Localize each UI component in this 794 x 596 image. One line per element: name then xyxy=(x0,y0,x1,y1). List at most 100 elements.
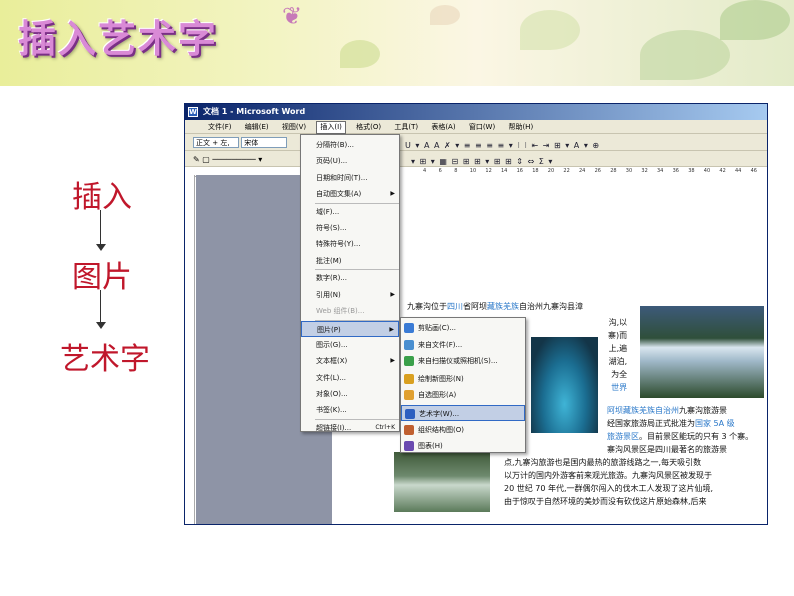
insert-menu-item[interactable]: 图片(P) ▶ xyxy=(301,320,399,337)
slide-title: 插入艺术字 xyxy=(18,17,219,61)
menu-item-label: 日期和时间(T)... xyxy=(316,173,368,182)
menu-tools[interactable]: 工具(T) xyxy=(391,120,421,134)
submenu-arrow-icon: ▶ xyxy=(390,357,395,365)
font-select[interactable]: 宋体 xyxy=(241,136,288,148)
insert-menu-item[interactable]: 自动图文集(A) ▶ xyxy=(301,186,399,202)
word-app-icon: W xyxy=(188,107,198,117)
vertical-ruler xyxy=(185,175,195,524)
doc-text: 点,九寨沟旅游也是国内最热的旅游线路之一,每天吸引数 xyxy=(504,458,702,467)
title-bar: W 文档 1 - Microsoft Word xyxy=(185,104,767,120)
doc-text: 九寨沟旅游景 xyxy=(679,406,727,415)
menu-item-label: 符号(S)... xyxy=(316,224,347,232)
picture-submenu-item[interactable]: 自选图形(A) xyxy=(401,387,525,403)
doc-line-b: 经国家旅游局正式批准为国家 5A 级 xyxy=(607,417,735,430)
picture-submenu-item[interactable]: 组织结构图(O) xyxy=(401,422,525,438)
leaf-decoration xyxy=(640,30,730,80)
flow-arrow-icon xyxy=(96,322,106,329)
doc-text: 沟,以 xyxy=(608,318,628,327)
submenu-item-icon xyxy=(404,339,414,350)
doc-link[interactable]: 四川 xyxy=(447,302,463,311)
doc-right-column: 沟,以 寨)而 上,遍 湖泊, 为全 世界 xyxy=(608,316,627,394)
leaf-decoration xyxy=(720,0,790,40)
insert-menu-item[interactable]: 批注(M) xyxy=(301,253,399,269)
doc-paragraph: 点,九寨沟旅游也是国内最热的旅游线路之一,每天吸引数 以万计的国内外游客前来观光… xyxy=(504,456,713,508)
ruler-tick: 30 xyxy=(625,168,633,174)
slide-header-band: ❦ 插入艺术字 xyxy=(0,0,794,86)
doc-link[interactable]: 国家 5A 级 xyxy=(695,419,735,428)
ruler-tick: 42 xyxy=(719,168,726,174)
flow-connector xyxy=(100,210,101,246)
picture-submenu-item[interactable]: 来自文件(F)... xyxy=(401,337,525,353)
ruler-tick: 28 xyxy=(610,168,617,174)
menu-view[interactable]: 视图(V) xyxy=(279,120,309,134)
menu-item-label: 特殊符号(Y)... xyxy=(316,240,361,249)
doc-line-link: 阿坝藏族羌族自治州九寨沟旅游景 xyxy=(607,404,727,417)
flow-connector xyxy=(100,290,101,324)
menu-bar: 文件(F) 编辑(E) 视图(V) 插入(I) 格式(O) 工具(T) 表格(A… xyxy=(185,120,767,134)
small-waterfall-picture[interactable] xyxy=(394,452,490,512)
insert-menu-item[interactable]: 页码(U)... xyxy=(301,153,399,169)
drawing-buttons[interactable]: ✎ ▢ ───────── ▾ xyxy=(193,155,262,164)
flow-step-wordart: 艺术字 xyxy=(60,342,150,377)
doc-text: 以万计的国内外游客前来观光旅游。九寨沟风景区被发现于 xyxy=(504,471,712,480)
insert-menu-item[interactable]: 符号(S)... xyxy=(301,220,399,236)
insert-menu-item[interactable]: 域(F)... xyxy=(301,204,399,220)
ruler-tick: 34 xyxy=(657,168,664,174)
picture-submenu-item[interactable]: 艺术字(W)... xyxy=(401,405,525,421)
submenu-item-icon xyxy=(404,424,414,435)
insert-menu-item[interactable]: 图示(G)... xyxy=(301,337,399,353)
insert-menu-item[interactable]: 对象(O)... xyxy=(301,386,399,402)
ruler-tick: 8 xyxy=(454,168,458,174)
doc-link[interactable]: 世界 xyxy=(608,381,627,394)
ruler-tick: 46 xyxy=(750,168,757,174)
insert-menu-item[interactable]: 书签(K)... xyxy=(301,402,399,418)
picture-submenu-item[interactable]: 剪贴画(C)... xyxy=(401,320,525,336)
doc-text: 寨)而 xyxy=(608,331,628,340)
menu-edit[interactable]: 编辑(E) xyxy=(242,120,272,134)
insert-menu-item[interactable]: 分隔符(B)... xyxy=(301,137,399,153)
menu-table[interactable]: 表格(A) xyxy=(428,120,458,134)
ruler-tick: 32 xyxy=(641,168,648,174)
menu-help[interactable]: 帮助(H) xyxy=(505,120,536,134)
insert-menu-item[interactable]: 文件(L)... xyxy=(301,370,399,386)
doc-text: 自治州九寨沟县漳 xyxy=(519,302,583,311)
doc-text: 经国家旅游局正式批准为 xyxy=(607,419,695,428)
insert-menu-item[interactable]: Web 组件(B)... xyxy=(301,303,399,319)
menu-file[interactable]: 文件(F) xyxy=(205,120,235,134)
menu-window[interactable]: 窗口(W) xyxy=(466,120,498,134)
insert-menu: 分隔符(B)... 页码(U)... 日期和时间(T)... 自动图文集(A) ▶ 域(F… xyxy=(300,134,400,432)
doc-line-1: 九寨沟位于四川省阿坝藏族羌族自治州九寨沟县漳 xyxy=(407,300,583,313)
menu-format[interactable]: 格式(O) xyxy=(353,120,384,134)
leaf-decoration xyxy=(430,5,460,25)
submenu-arrow-icon: ▶ xyxy=(390,189,395,197)
waterfall-picture[interactable] xyxy=(640,306,764,398)
doc-link[interactable]: 藏族羌族 xyxy=(487,302,519,311)
doc-link[interactable]: 阿坝藏族羌族自治州 xyxy=(607,406,679,415)
menu-item-label: 批注(M) xyxy=(316,256,342,265)
menu-item-label: 引用(N) xyxy=(316,290,341,299)
insert-menu-item[interactable]: 日期和时间(T)... xyxy=(301,170,399,186)
doc-text: 由于惊叹于自然环境的美妙而没有砍伐这片原始森林,后来 xyxy=(504,497,707,506)
submenu-item-icon xyxy=(404,356,414,367)
picture-submenu-item[interactable]: 图表(H) xyxy=(401,438,525,454)
menu-item-label: 域(F)... xyxy=(316,207,340,216)
insert-menu-item[interactable]: 数字(R)... xyxy=(301,270,399,286)
picture-submenu-item[interactable]: 来自扫描仪或照相机(S)... xyxy=(401,353,525,369)
insert-menu-item[interactable]: 文本框(X) ▶ xyxy=(301,353,399,369)
insert-menu-item[interactable]: 特殊符号(Y)... xyxy=(301,236,399,252)
insert-menu-item[interactable]: 超链接(I)... Ctrl+K xyxy=(301,420,399,436)
menu-insert[interactable]: 插入(I) xyxy=(316,121,346,134)
style-select[interactable]: 正文 + 左, xyxy=(193,136,239,148)
menu-item-label: 来自文件(F)... xyxy=(418,340,463,349)
ruler-tick: 38 xyxy=(688,168,695,174)
submenu-arrow-icon: ▶ xyxy=(390,290,395,298)
butterfly-icon: ❦ xyxy=(282,2,303,30)
picture-submenu-item[interactable]: 绘制新图形(N) xyxy=(401,371,525,387)
leaf-decoration xyxy=(520,10,580,50)
lake-picture[interactable] xyxy=(531,337,598,433)
flow-arrow-icon xyxy=(96,244,106,251)
insert-menu-item[interactable]: 引用(N) ▶ xyxy=(301,287,399,303)
ruler-tick: 14 xyxy=(501,168,508,174)
ruler-tick: 12 xyxy=(485,168,492,174)
doc-link[interactable]: 旅游景区 xyxy=(607,432,639,441)
